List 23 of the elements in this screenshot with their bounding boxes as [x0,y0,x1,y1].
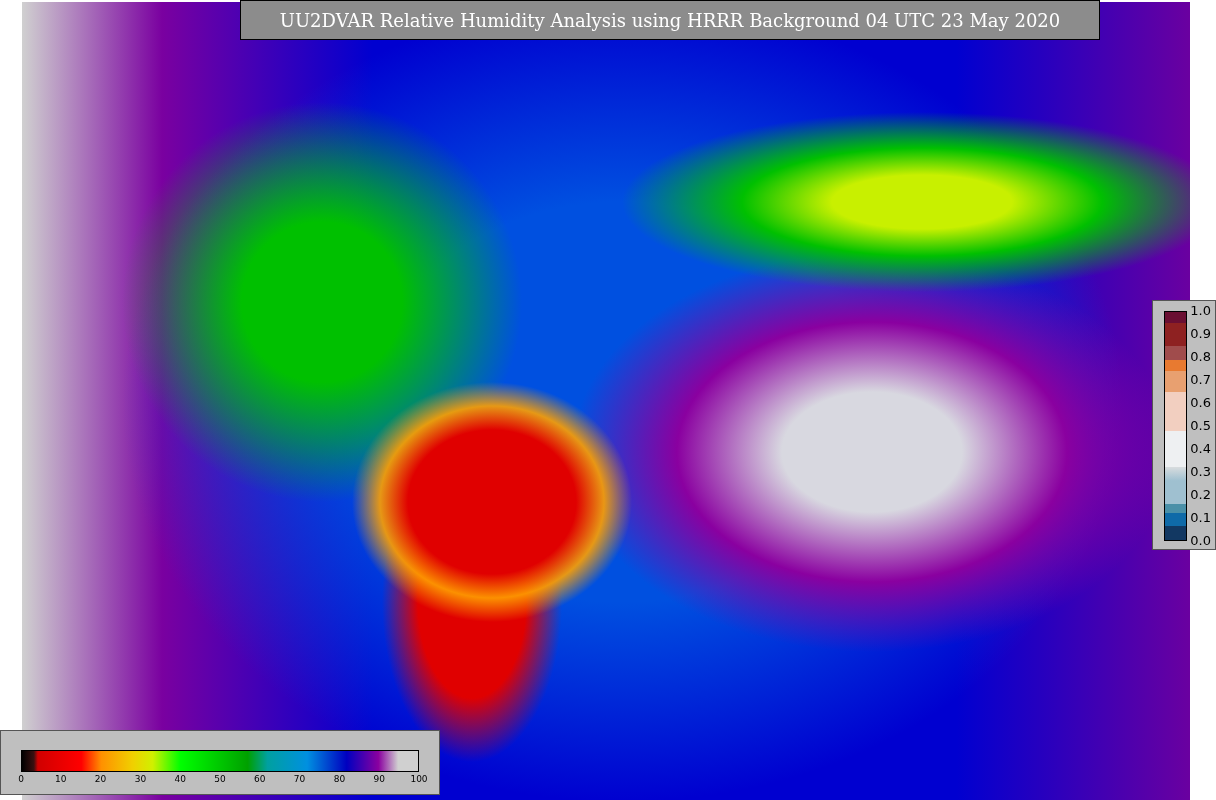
scale-tick-label: 0.5 [1190,418,1211,434]
scale-tick-label: 70 [293,774,306,784]
scale-tick-label: 40 [174,774,186,784]
scale-tick-label: 1.0 [1190,303,1211,319]
scale-tick-label: 0.3 [1190,464,1211,480]
scale-tick-label: 100 [410,774,428,784]
scale-tick-label: 60 [254,774,266,784]
scale-tick-label: 0.6 [1190,395,1211,411]
scale-tick-label: 50 [214,774,226,784]
scale-tick-label: 0.0 [1190,533,1211,549]
map-title: UU2DVAR Relative Humidity Analysis using HRRR Background 04 UTC 23 May 2020 [240,0,1100,40]
scale-tick-label: 0 [18,774,24,784]
scale-tick-label: 80 [333,774,346,784]
scale-tick-label: 0.8 [1190,349,1211,365]
scale-tick-label: 30 [134,774,147,784]
scale-tick-label: 20 [94,774,107,784]
scale-tick-label: 0.4 [1190,441,1211,457]
scale-tick-label: 10 [55,774,67,784]
scale-tick-label: 0.1 [1190,510,1211,526]
scale-tick-label: 0.7 [1190,372,1211,388]
scale-tick-label: 0.2 [1190,487,1211,503]
scale-tick-label: 90 [373,774,385,784]
scale-tick-label: 0.9 [1190,326,1211,342]
